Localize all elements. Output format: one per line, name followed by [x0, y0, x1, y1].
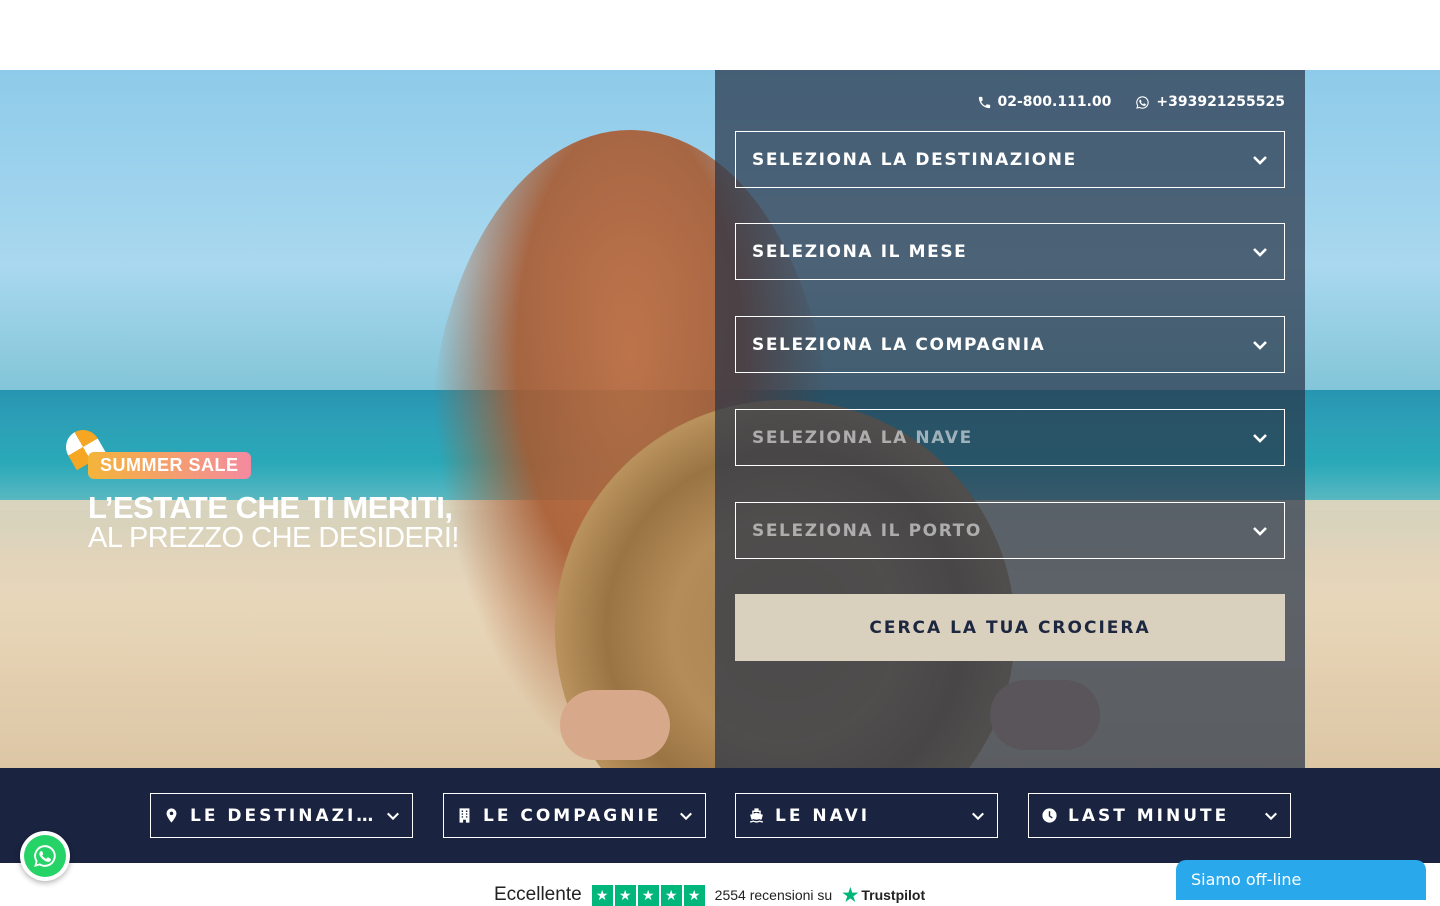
- ship-select[interactable]: SELEZIONA LA NAVE: [735, 409, 1285, 466]
- whatsapp-chat-button[interactable]: [20, 831, 70, 881]
- company-select-label: SELEZIONA LA COMPAGNIA: [752, 334, 1046, 355]
- phone-number: 02-800.111.00: [997, 94, 1112, 110]
- hero-hand-left: [560, 690, 670, 760]
- chevron-down-icon: [1253, 526, 1267, 536]
- company-select[interactable]: SELEZIONA LA COMPAGNIA: [735, 316, 1285, 373]
- trustpilot-stars: ★ ★ ★ ★ ★: [591, 884, 705, 906]
- chevron-down-icon: [1253, 155, 1267, 165]
- top-header-bar: [0, 0, 1440, 70]
- whatsapp-icon: [1136, 95, 1150, 109]
- chevron-down-icon: [387, 812, 399, 820]
- map-pin-icon: [166, 808, 177, 823]
- whatsapp-button-inner: [24, 835, 66, 877]
- nav-ships-label: LE NAVI: [775, 805, 871, 826]
- category-nav-bar: LE DESTINAZIONI LE COMPAGNIE LE NAVI LAS…: [0, 768, 1440, 863]
- chevron-down-icon: [680, 812, 692, 820]
- search-cruise-button[interactable]: CERCA LA TUA CROCIERA: [735, 594, 1285, 661]
- ship-select-label: SELEZIONA LA NAVE: [752, 427, 973, 448]
- chevron-down-icon: [972, 812, 984, 820]
- clock-icon: [1042, 808, 1057, 823]
- live-chat-widget[interactable]: Siamo off-line: [1176, 860, 1426, 900]
- star-icon: ★: [660, 884, 682, 906]
- chevron-down-icon: [1253, 247, 1267, 257]
- phone-icon: [978, 96, 990, 108]
- nav-last-minute-label: LAST MINUTE: [1068, 805, 1230, 826]
- summer-sale-badge: SUMMER SALE: [88, 452, 251, 479]
- star-icon: ★: [591, 884, 613, 906]
- phone-contact[interactable]: 02-800.111.00: [977, 94, 1112, 110]
- month-select[interactable]: SELEZIONA IL MESE: [735, 223, 1285, 280]
- trustpilot-widget[interactable]: Eccellente ★ ★ ★ ★ ★ 2554 recensioni su …: [494, 884, 925, 906]
- destination-select-label: SELEZIONA LA DESTINAZIONE: [752, 149, 1077, 170]
- star-icon: ★: [683, 884, 705, 906]
- chevron-down-icon: [1265, 812, 1277, 820]
- destination-select[interactable]: SELEZIONA LA DESTINAZIONE: [735, 131, 1285, 188]
- whatsapp-number: +393921255525: [1156, 94, 1285, 110]
- chevron-down-icon: [1253, 433, 1267, 443]
- nav-last-minute[interactable]: LAST MINUTE: [1028, 793, 1291, 838]
- trustpilot-logo: ★ Trustpilot: [842, 885, 925, 906]
- whatsapp-contact[interactable]: +393921255525: [1135, 94, 1285, 110]
- nav-companies[interactable]: LE COMPAGNIE: [443, 793, 706, 838]
- nav-ships[interactable]: LE NAVI: [735, 793, 998, 838]
- promo-subheadline: AL PREZZO CHE DESIDERI!: [88, 522, 459, 554]
- star-icon: ★: [614, 884, 636, 906]
- trustpilot-star-icon: ★: [842, 884, 859, 905]
- nav-destinations[interactable]: LE DESTINAZIONI: [150, 793, 413, 838]
- trustpilot-review-count: 2554 recensioni su: [714, 887, 833, 903]
- cruise-search-panel: 02-800.111.00 +393921255525 SELEZIONA LA…: [715, 70, 1305, 768]
- building-icon: [459, 808, 470, 823]
- nav-companies-label: LE COMPAGNIE: [483, 805, 662, 826]
- ship-icon: [750, 808, 763, 823]
- month-select-label: SELEZIONA IL MESE: [752, 241, 968, 262]
- trustpilot-brand: Trustpilot: [861, 887, 926, 903]
- promo-headline: L’ESTATE CHE TI MERITI,: [88, 490, 453, 525]
- star-icon: ★: [637, 884, 659, 906]
- whatsapp-icon: [34, 845, 56, 867]
- trustpilot-rating-word: Eccellente: [494, 884, 582, 905]
- port-select[interactable]: SELEZIONA IL PORTO: [735, 502, 1285, 559]
- chevron-down-icon: [1253, 340, 1267, 350]
- summer-sale-promo[interactable]: SUMMER SALE L’ESTATE CHE TI MERITI, AL P…: [59, 423, 466, 560]
- port-select-label: SELEZIONA IL PORTO: [752, 520, 982, 541]
- contact-bar: 02-800.111.00 +393921255525: [977, 94, 1285, 110]
- nav-destinations-label: LE DESTINAZIONI: [190, 805, 376, 826]
